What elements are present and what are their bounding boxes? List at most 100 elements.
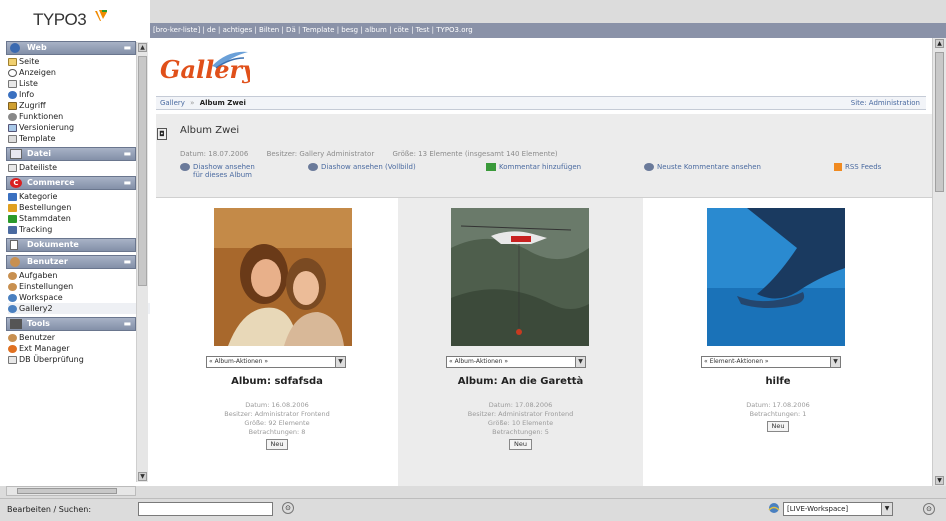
workspace-select[interactable]: [LIVE-Workspace] ▼ <box>783 502 893 516</box>
chevron-down-icon[interactable]: ▼ <box>575 357 585 367</box>
module-gallery2[interactable]: Gallery2 <box>8 303 150 314</box>
sidebar-scrollbar[interactable]: ▲ ▼ <box>136 42 148 482</box>
hscroll-thumb[interactable] <box>17 488 117 494</box>
user-admin-icon <box>8 333 17 342</box>
collapse-icon[interactable]: ▬ <box>123 177 131 189</box>
album-thumbnail[interactable] <box>214 208 352 346</box>
breadcrumb: Gallery » Album Zwei Site: Administratio… <box>156 96 926 110</box>
module-db-check[interactable]: DB Überprüfung <box>8 354 150 365</box>
group-tools[interactable]: Tools ▬ <box>6 317 136 331</box>
user-icon <box>10 257 20 267</box>
scroll-up-icon[interactable]: ▲ <box>935 39 944 48</box>
module-aufgaben[interactable]: Aufgaben <box>8 270 150 281</box>
module-benutzer-admin[interactable]: Benutzer <box>8 332 150 343</box>
module-kategorie[interactable]: Kategorie <box>8 191 150 202</box>
module-funktionen[interactable]: Funktionen <box>8 111 150 122</box>
module-liste[interactable]: Liste <box>8 78 150 89</box>
typo3-logo-area[interactable]: TYPO3 <box>0 0 150 38</box>
slideshow-fullscreen-icon <box>308 163 318 171</box>
content-scroll-thumb[interactable] <box>935 52 944 192</box>
girls-photo-icon <box>214 208 352 346</box>
module-dateiliste[interactable]: Dateiliste <box>8 162 150 173</box>
album-title: Album Zwei <box>180 125 240 136</box>
slideshow-link-text: Diashow ansehen für dieses Album <box>193 163 255 179</box>
collapse-icon[interactable]: ▬ <box>123 42 131 54</box>
module-info[interactable]: Info <box>8 89 150 100</box>
group-dokumente[interactable]: Dokumente <box>6 238 136 252</box>
album-items: « Album-Aktionen » ▼ Album: sdfafsda Dat… <box>156 198 932 486</box>
module-workspace[interactable]: Workspace <box>8 292 150 303</box>
album-thumbnail[interactable] <box>451 208 589 346</box>
album-item-title[interactable]: Album: sdfafsda <box>156 376 398 387</box>
orders-icon <box>8 203 17 212</box>
module-einstellungen[interactable]: Einstellungen <box>8 281 150 292</box>
album-meta: Datum: 18.07.2006 Besitzer: Gallery Admi… <box>180 150 574 158</box>
group-web-label: Web <box>27 43 47 52</box>
module-stammdaten[interactable]: Stammdaten <box>8 213 150 224</box>
search-go-icon[interactable]: ⊙ <box>282 502 294 514</box>
module-bestellungen[interactable]: Bestellungen <box>8 202 150 213</box>
scroll-up-icon[interactable]: ▲ <box>138 43 147 52</box>
master-data-icon <box>8 214 17 223</box>
group-commerce[interactable]: C Commerce ▬ <box>6 176 136 190</box>
breadcrumb-root-link[interactable]: Gallery <box>160 99 185 107</box>
magnifier-icon <box>8 68 17 77</box>
page-path-bar[interactable]: [bro-ker-liste] | de | achtiges | Bilten… <box>150 23 946 38</box>
album-item-info: Datum: 17.08.2006 Besitzer: Administrato… <box>467 401 574 450</box>
sidebar-scroll-thumb[interactable] <box>138 56 147 286</box>
module-zugriff[interactable]: Zugriff <box>8 100 150 111</box>
typo3-logo-text: TYPO3 <box>33 10 87 29</box>
album-header: ◘ Album Zwei Datum: 18.07.2006 Besitzer:… <box>156 114 932 198</box>
info-icon <box>8 90 17 99</box>
module-menu: ▲ ▼ Web ▬ Seite Anzeigen Liste Info Zugr… <box>0 38 150 486</box>
bottom-toolbar: Bearbeiten / Suchen: ⊙ [LIVE-Workspace] … <box>0 498 946 521</box>
chevron-down-icon[interactable]: ▼ <box>830 357 840 367</box>
search-label: Bearbeiten / Suchen: <box>7 505 92 514</box>
content-scrollbar[interactable]: ▲ ▼ <box>932 38 946 486</box>
breadcrumb-current: Album Zwei <box>199 99 246 107</box>
recent-comments-link[interactable]: Neuste Kommentare ansehen <box>644 163 761 171</box>
module-anzeigen[interactable]: Anzeigen <box>8 67 150 78</box>
sidebar-hscrollbar[interactable] <box>6 486 136 496</box>
chevron-down-icon[interactable]: ▼ <box>335 357 345 367</box>
slideshow-link[interactable]: Diashow ansehen für dieses Album <box>180 163 255 179</box>
search-input[interactable] <box>138 502 273 516</box>
lock-icon <box>8 101 17 110</box>
album-item: « Element-Aktionen » ▼ hilfe Datum: 17.0… <box>643 198 913 486</box>
rss-feeds-link[interactable]: RSS Feeds <box>834 163 881 171</box>
album-item: « Album-Aktionen » ▼ Album: sdfafsda Dat… <box>156 198 398 486</box>
site-admin-link[interactable]: Site: Administration <box>851 97 920 109</box>
album-actions-select[interactable]: « Album-Aktionen » ▼ <box>446 356 586 368</box>
feet-photo-icon <box>707 208 845 346</box>
group-datei[interactable]: Datei ▬ <box>6 147 136 161</box>
module-tracking[interactable]: Tracking <box>8 224 150 235</box>
collapse-toggle-icon[interactable]: ◘ <box>157 128 167 140</box>
new-badge: Neu <box>766 421 790 432</box>
slideshow-fullscreen-link[interactable]: Diashow ansehen (Vollbild) <box>308 163 416 171</box>
scroll-down-icon[interactable]: ▼ <box>138 472 147 481</box>
collapse-icon[interactable]: ▬ <box>123 148 131 160</box>
element-item-title[interactable]: hilfe <box>643 376 913 387</box>
scroll-down-icon[interactable]: ▼ <box>935 476 944 485</box>
help-icon[interactable]: ⊙ <box>923 503 935 515</box>
collapse-icon[interactable]: ▬ <box>123 256 131 268</box>
element-actions-select[interactable]: « Element-Aktionen » ▼ <box>701 356 841 368</box>
album-actions-select[interactable]: « Album-Aktionen » ▼ <box>206 356 346 368</box>
breadcrumb-separator: » <box>190 99 195 107</box>
module-template[interactable]: Template <box>8 133 150 144</box>
rss-icon <box>834 163 842 171</box>
collapse-icon[interactable]: ▬ <box>123 318 131 330</box>
module-versionierung[interactable]: Versionierung <box>8 122 150 133</box>
album-item-title[interactable]: Album: An die Garettà <box>398 376 643 387</box>
new-badge: Neu <box>265 439 289 450</box>
page-icon <box>8 57 17 66</box>
group-benutzer[interactable]: Benutzer ▬ <box>6 255 136 269</box>
module-seite[interactable]: Seite <box>8 56 150 67</box>
file-list-icon <box>8 163 17 172</box>
group-web[interactable]: Web ▬ <box>6 41 136 55</box>
item-thumbnail[interactable] <box>707 208 845 346</box>
add-comment-link[interactable]: Kommentar hinzufügen <box>486 163 581 171</box>
globe-icon <box>10 43 20 53</box>
module-ext-manager[interactable]: Ext Manager <box>8 343 150 354</box>
chevron-down-icon[interactable]: ▼ <box>881 503 892 515</box>
